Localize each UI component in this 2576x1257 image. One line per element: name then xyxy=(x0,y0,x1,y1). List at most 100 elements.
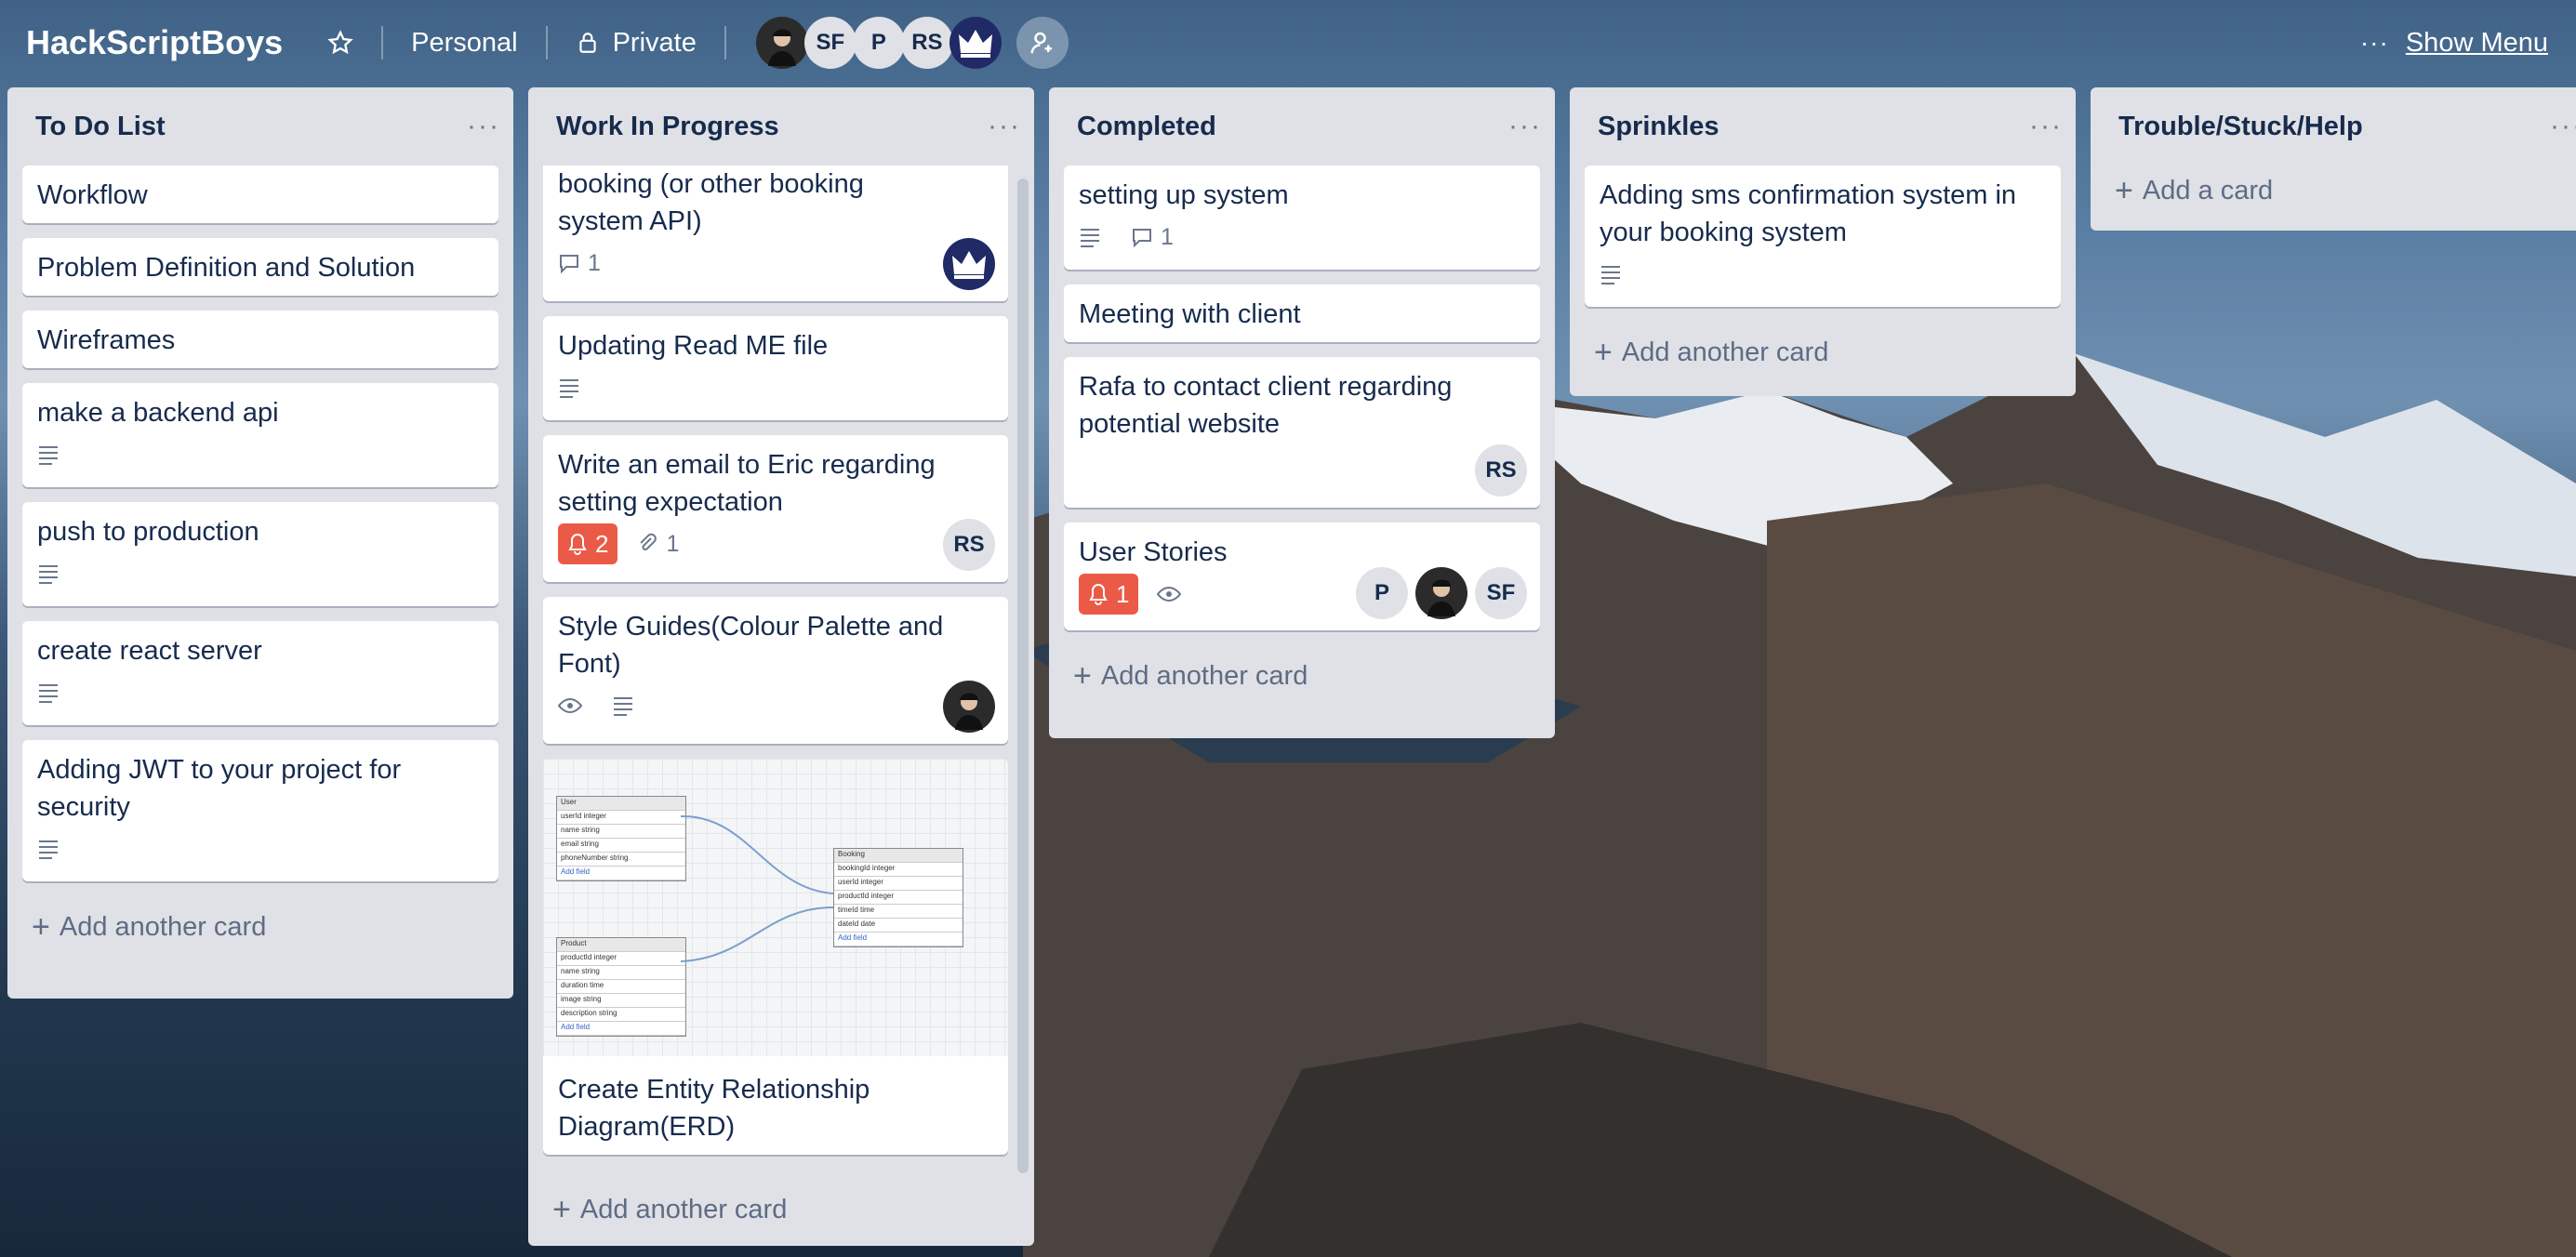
card-title: Problem Definition and Solution xyxy=(37,253,416,283)
card-title: push to production xyxy=(37,517,259,547)
card-list: booking (or other booking system API) 1 … xyxy=(528,165,1034,1155)
avatar[interactable]: RS xyxy=(900,17,953,69)
card-title: Adding sms confirmation system in your b… xyxy=(1600,180,2017,247)
card-member-avatar[interactable]: RS xyxy=(943,519,995,571)
scrollbar[interactable] xyxy=(1017,179,1029,1173)
add-member-icon xyxy=(1030,32,1052,54)
header-divider xyxy=(381,26,384,60)
card-title: Updating Read ME file xyxy=(558,331,829,361)
card-title: Workflow xyxy=(37,180,148,210)
add-card-label: Add another card xyxy=(1621,337,1829,367)
card-member-avatar[interactable] xyxy=(1415,567,1467,619)
list-to-do: To Do List ··· Workflow Problem Definiti… xyxy=(7,87,513,999)
list-clip: Trouble/Stuck/Help ··· + Add a card xyxy=(2091,87,2576,236)
list-title[interactable]: To Do List xyxy=(35,112,166,142)
add-card-button[interactable]: + Add another card xyxy=(7,896,513,958)
card[interactable]: User userId integer name string email strin… xyxy=(543,759,1008,1155)
card-title: create react server xyxy=(37,636,262,666)
card-title: Create Entity Relationship Diagram(ERD) xyxy=(558,1075,870,1142)
list-title[interactable]: Sprinkles xyxy=(1598,112,1720,142)
team-button[interactable]: Personal xyxy=(396,15,532,71)
avatar[interactable] xyxy=(949,17,1002,69)
paperclip-icon xyxy=(640,533,657,550)
avatar[interactable] xyxy=(755,17,808,69)
comment-icon xyxy=(560,255,578,273)
card-member-avatar[interactable]: SF xyxy=(1475,567,1527,619)
card-list: setting up system 1 Meeting with client … xyxy=(1049,165,1555,630)
card[interactable]: Workflow xyxy=(22,165,498,223)
show-menu-button[interactable]: ··· Show Menu xyxy=(2360,15,2548,71)
add-card-button[interactable]: + Add another card xyxy=(528,1179,1034,1240)
notification-badge: 1 xyxy=(1079,574,1139,615)
add-card-button[interactable]: + Add a card xyxy=(2091,160,2576,221)
card-list: Adding sms confirmation system in your b… xyxy=(1570,165,2076,307)
list-completed: Completed ··· setting up system 1 Meetin… xyxy=(1049,87,1555,738)
invite-member-button[interactable] xyxy=(1016,17,1069,69)
user-photo-icon xyxy=(1427,579,1455,616)
card[interactable]: Write an email to Eric regarding setting… xyxy=(543,435,1008,582)
card[interactable]: Problem Definition and Solution xyxy=(22,238,498,296)
comment-icon xyxy=(1133,229,1151,247)
notification-count: 2 xyxy=(595,530,609,558)
comment-count: 1 xyxy=(588,250,601,276)
card[interactable]: User Stories 1 P SF xyxy=(1064,523,1540,630)
visibility-label: Private xyxy=(612,27,697,58)
avatar[interactable]: SF xyxy=(803,17,856,69)
attachment-badge: 1 xyxy=(636,525,679,562)
card[interactable]: Updating Read ME file xyxy=(543,316,1008,420)
notification-count: 1 xyxy=(1116,580,1130,608)
list-menu-icon[interactable]: ··· xyxy=(467,111,500,142)
list-header: Sprinkles ··· xyxy=(1570,87,2076,165)
more-icon: ··· xyxy=(2359,28,2389,57)
card[interactable]: push to production xyxy=(22,502,498,606)
description-icon xyxy=(612,695,642,716)
attachment-count: 1 xyxy=(666,531,680,557)
card-member-avatar[interactable]: P xyxy=(1356,567,1408,619)
list-title[interactable]: Work In Progress xyxy=(556,112,779,142)
card[interactable]: Wireframes xyxy=(22,311,498,368)
card-scroll-area[interactable]: booking (or other booking system API) 1 … xyxy=(528,165,1034,1179)
board-header: HackScriptBoys Personal Private SF P RS … xyxy=(0,0,2576,86)
avatar[interactable]: P xyxy=(852,17,905,69)
card[interactable]: Adding JWT to your project for security xyxy=(22,740,498,881)
list-title[interactable]: Completed xyxy=(1077,112,1216,142)
card-member-avatar[interactable] xyxy=(943,681,995,733)
add-card-label: Add another card xyxy=(59,911,267,942)
card[interactable]: Rafa to contact client regarding potenti… xyxy=(1064,357,1540,508)
list-menu-icon[interactable]: ··· xyxy=(2550,111,2576,142)
card[interactable]: Style Guides(Colour Palette and Font) xyxy=(543,597,1008,744)
header-divider xyxy=(724,26,726,60)
add-card-button[interactable]: + Add another card xyxy=(1049,645,1555,707)
erd-relation-lines xyxy=(680,814,834,962)
header-divider xyxy=(545,26,548,60)
show-menu-label: Show Menu xyxy=(2405,27,2548,58)
card[interactable]: setting up system 1 xyxy=(1064,165,1540,270)
card-cover-erd-image: User userId integer name string email strin… xyxy=(543,759,1008,1056)
card-list: Workflow Problem Definition and Solution… xyxy=(7,165,513,881)
list-title[interactable]: Trouble/Stuck/Help xyxy=(2118,112,2363,142)
list-header: Completed ··· xyxy=(1049,87,1555,165)
board-title[interactable]: HackScriptBoys xyxy=(26,23,283,62)
description-icon xyxy=(558,377,588,398)
description-icon xyxy=(37,839,67,859)
crown-icon xyxy=(952,251,986,279)
star-button[interactable] xyxy=(312,15,368,71)
card[interactable]: Meeting with client xyxy=(1064,284,1540,342)
card-member-avatar[interactable]: RS xyxy=(1475,444,1527,496)
card[interactable]: make a backend api xyxy=(22,383,498,487)
card-title: make a backend api xyxy=(37,398,279,428)
list-menu-icon[interactable]: ··· xyxy=(1508,111,1542,142)
card-member-avatar[interactable] xyxy=(943,238,995,290)
list-header: Work In Progress ··· xyxy=(528,87,1034,165)
card[interactable]: Adding sms confirmation system in your b… xyxy=(1585,165,2061,307)
list-menu-icon[interactable]: ··· xyxy=(988,111,1021,142)
list-menu-icon[interactable]: ··· xyxy=(2029,111,2063,142)
card-title: Write an email to Eric regarding setting… xyxy=(558,450,936,517)
card[interactable]: booking (or other booking system API) 1 xyxy=(543,165,1008,301)
card[interactable]: create react server xyxy=(22,621,498,725)
comment-count: 1 xyxy=(1161,224,1174,250)
visibility-button[interactable]: Private xyxy=(561,15,711,71)
lock-icon xyxy=(578,33,596,53)
crown-icon xyxy=(958,30,992,58)
add-card-button[interactable]: + Add another card xyxy=(1570,322,2076,383)
